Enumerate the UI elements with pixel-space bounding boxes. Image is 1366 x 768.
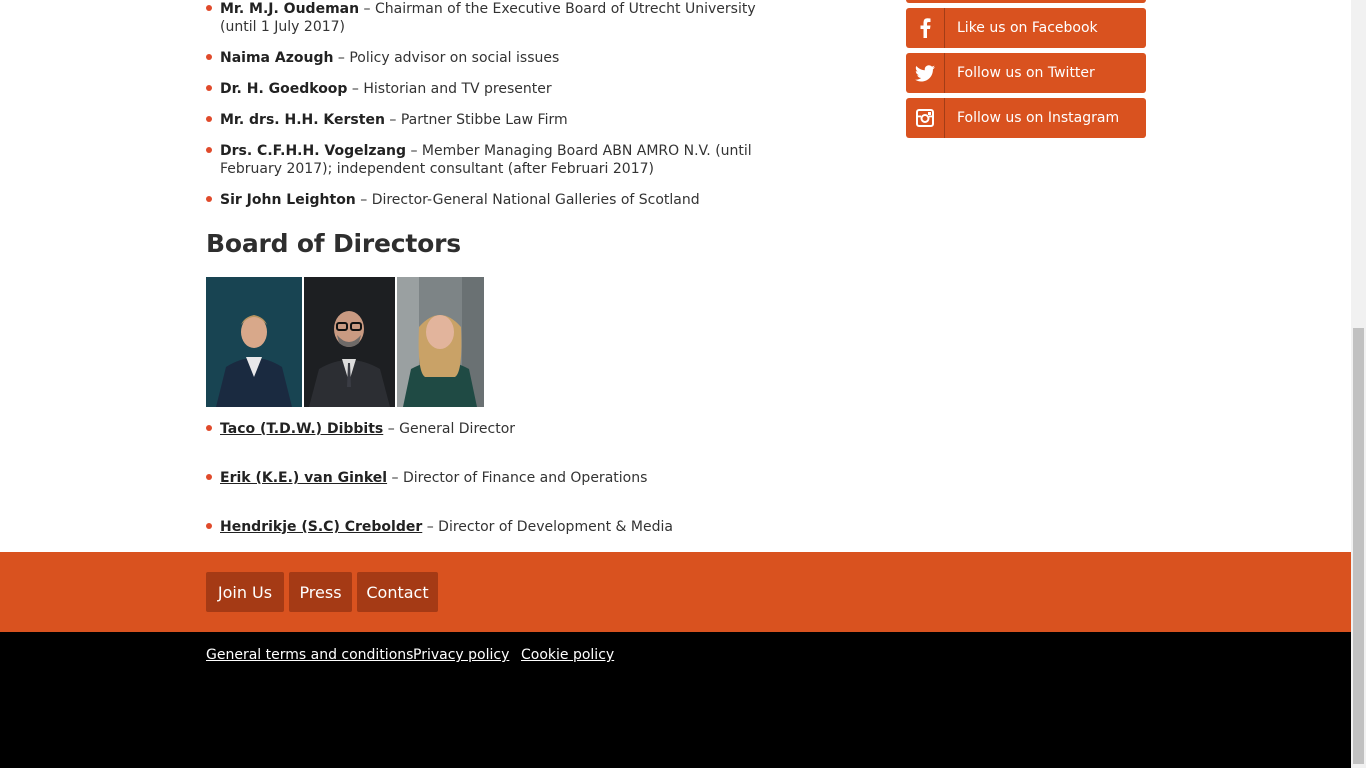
scrollbar-thumb[interactable]	[1353, 328, 1364, 764]
member-role: Partner Stibbe Law Firm	[400, 112, 568, 128]
cookie-link[interactable]: Cookie policy	[521, 647, 614, 663]
director-link[interactable]: Hendrikje (S.C) Crebolder	[220, 519, 422, 535]
list-item: Hendrikje (S.C) Crebolder – Director of …	[206, 518, 790, 536]
social-button-edge	[906, 0, 1146, 3]
contact-button[interactable]: Contact	[357, 572, 438, 612]
footer-bottom	[0, 632, 1351, 768]
member-role: Director-General National Galleries of S…	[371, 192, 700, 208]
list-item: Dr. H. Goedkoop – Historian and TV prese…	[206, 80, 776, 98]
facebook-button[interactable]: Like us on Facebook	[906, 8, 1146, 48]
director-photo	[397, 277, 484, 407]
director-photo	[206, 277, 302, 407]
instagram-icon	[906, 98, 945, 138]
press-button[interactable]: Press	[289, 572, 352, 612]
list-item: Erik (K.E.) van Ginkel – Director of Fin…	[206, 469, 790, 487]
facebook-icon	[906, 8, 945, 48]
director-role: General Director	[399, 421, 516, 437]
list-item: Taco (T.D.W.) Dibbits – General Director	[206, 420, 790, 438]
board-heading: Board of Directors	[206, 229, 461, 258]
social-label: Follow us on Instagram	[957, 110, 1120, 126]
member-name: Mr. drs. H.H. Kersten	[220, 112, 385, 128]
director-role: Director of Finance and Operations	[402, 470, 648, 486]
director-link[interactable]: Erik (K.E.) van Ginkel	[220, 470, 387, 486]
member-role: Historian and TV presenter	[363, 81, 552, 97]
join-us-button[interactable]: Join Us	[206, 572, 284, 612]
member-name: Sir John Leighton	[220, 192, 356, 208]
member-name: Drs. C.F.H.H. Vogelzang	[220, 143, 406, 159]
twitter-icon	[906, 53, 945, 93]
list-item: Mr. drs. H.H. Kersten – Partner Stibbe L…	[206, 111, 776, 129]
director-photo	[304, 277, 395, 407]
privacy-link[interactable]: Privacy policy	[413, 647, 509, 663]
list-item: Sir John Leighton – Director-General Nat…	[206, 191, 776, 209]
member-name: Dr. H. Goedkoop	[220, 81, 348, 97]
social-label: Like us on Facebook	[957, 20, 1098, 36]
footer-top	[0, 552, 1351, 632]
director-link[interactable]: Taco (T.D.W.) Dibbits	[220, 421, 383, 437]
director-role: Director of Development & Media	[438, 519, 673, 535]
social-label: Follow us on Twitter	[957, 65, 1095, 81]
twitter-button[interactable]: Follow us on Twitter	[906, 53, 1146, 93]
list-item: Drs. C.F.H.H. Vogelzang – Member Managin…	[206, 142, 776, 178]
instagram-button[interactable]: Follow us on Instagram	[906, 98, 1146, 138]
board-list: Taco (T.D.W.) Dibbits – General Director…	[206, 0, 776, 535]
terms-link[interactable]: General terms and conditions	[206, 647, 413, 663]
